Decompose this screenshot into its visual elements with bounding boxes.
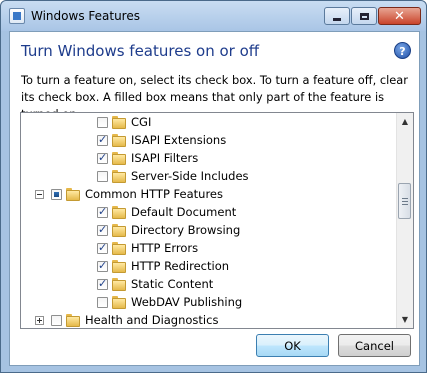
tree-item[interactable]: HTTP Redirection	[97, 257, 229, 275]
feature-checkbox[interactable]	[97, 241, 108, 254]
vertical-scrollbar[interactable]: ▲ ▼	[396, 113, 413, 328]
feature-checkbox[interactable]	[51, 188, 62, 200]
collapse-icon[interactable]	[35, 189, 44, 199]
tree-item[interactable]: WebDAV Publishing	[97, 293, 242, 311]
maximize-button[interactable]	[351, 7, 377, 25]
tree-item[interactable]: Directory Browsing	[97, 221, 240, 239]
scroll-up-icon[interactable]: ▲	[397, 113, 413, 130]
tree-item-label: ISAPI Filters	[131, 151, 199, 165]
minimize-button[interactable]	[324, 7, 350, 25]
feature-checkbox[interactable]	[97, 116, 108, 128]
folder-icon	[112, 241, 126, 255]
folder-icon	[66, 187, 80, 201]
tree-item[interactable]: Common HTTP Features	[35, 185, 223, 203]
folder-icon	[112, 295, 126, 309]
tree-item[interactable]: CGI	[97, 113, 151, 131]
folder-icon	[66, 313, 80, 327]
feature-checkbox[interactable]	[97, 296, 108, 308]
folder-icon	[112, 151, 126, 165]
feature-checkbox[interactable]	[97, 205, 108, 218]
tree-item-label: CGI	[131, 115, 152, 129]
title-bar[interactable]: Windows Features ✕	[1, 1, 426, 31]
tree-item[interactable]: Server-Side Includes	[97, 167, 249, 185]
windows-features-dialog: Windows Features ✕ Turn Windows features…	[0, 0, 427, 373]
feature-checkbox[interactable]	[97, 277, 108, 290]
tree-item-label: ISAPI Extensions	[131, 133, 227, 147]
folder-icon	[112, 259, 126, 273]
cancel-button[interactable]: Cancel	[338, 334, 411, 357]
tree-item[interactable]: HTTP Errors	[97, 239, 198, 257]
feature-checkbox[interactable]	[97, 170, 108, 182]
close-icon: ✕	[394, 8, 405, 24]
folder-icon	[112, 223, 126, 237]
tree-item[interactable]: ISAPI Extensions	[97, 131, 226, 149]
thumb-grip-line	[402, 204, 408, 205]
tree-item-label: HTTP Redirection	[131, 259, 230, 273]
maximize-icon	[359, 12, 369, 20]
scroll-down-icon[interactable]: ▼	[397, 311, 413, 328]
tree-item-label: HTTP Errors	[131, 241, 199, 255]
tree-item[interactable]: Default Document	[97, 203, 236, 221]
tree-item-label: Static Content	[131, 277, 214, 291]
minimize-icon	[333, 17, 341, 21]
tree-item-label: Server-Side Includes	[131, 169, 249, 183]
ok-button[interactable]: OK	[256, 334, 329, 357]
feature-checkbox[interactable]	[97, 133, 108, 146]
tree-item[interactable]: ISAPI Filters	[97, 149, 198, 167]
feature-checkbox[interactable]	[97, 223, 108, 236]
dialog-body: Turn Windows features on or off ? To tur…	[9, 31, 420, 366]
feature-checkbox[interactable]	[51, 314, 62, 326]
folder-icon	[112, 169, 126, 183]
window-title: Windows Features	[31, 9, 140, 23]
close-button[interactable]: ✕	[378, 7, 421, 25]
feature-checkbox[interactable]	[97, 259, 108, 272]
windows-features-icon	[9, 8, 25, 24]
help-icon[interactable]: ?	[394, 42, 411, 59]
folder-icon	[112, 133, 126, 147]
feature-checkbox[interactable]	[97, 151, 108, 164]
features-tree[interactable]: CGI ISAPI Extensions ISAPI Filters Server-S…	[20, 112, 414, 329]
tree-item-label: Health and Diagnostics	[85, 313, 219, 327]
tree-item-label: Default Document	[131, 205, 237, 219]
scrollbar-thumb[interactable]	[398, 183, 411, 219]
thumb-grip-line	[402, 201, 408, 202]
tree-item-label: Common HTTP Features	[85, 187, 223, 201]
tree-item[interactable]: Health and Diagnostics	[35, 311, 219, 328]
folder-icon	[112, 277, 126, 291]
expand-icon[interactable]	[35, 315, 44, 325]
folder-icon	[112, 115, 126, 129]
tree-item[interactable]: Static Content	[97, 275, 213, 293]
tree-item-label: Directory Browsing	[131, 223, 241, 237]
thumb-grip-line	[402, 198, 408, 199]
folder-icon	[112, 205, 126, 219]
tree-item-label: WebDAV Publishing	[131, 295, 243, 309]
dialog-heading: Turn Windows features on or off	[21, 42, 260, 60]
